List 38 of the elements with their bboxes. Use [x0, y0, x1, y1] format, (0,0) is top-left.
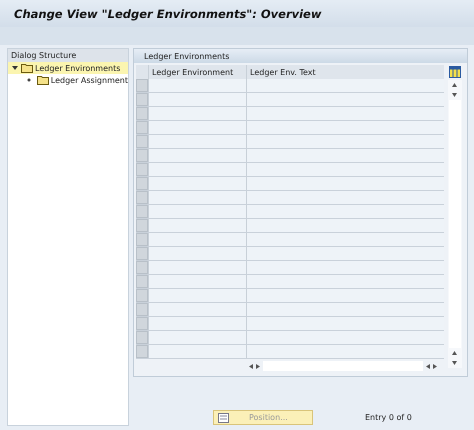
row-selector[interactable]	[136, 303, 148, 316]
scroll-down-icon[interactable]	[452, 93, 457, 97]
row-selector[interactable]	[136, 163, 148, 176]
row-selector[interactable]	[136, 275, 148, 288]
expand-arrow-icon[interactable]	[12, 64, 19, 72]
scroll-left-icon[interactable]	[249, 364, 253, 368]
bullet-icon	[27, 78, 31, 82]
row-selector[interactable]	[136, 233, 148, 246]
window-title: Change View "Ledger Environments": Overview	[14, 6, 322, 20]
row-selector[interactable]	[136, 219, 148, 232]
row-selector[interactable]	[136, 79, 148, 92]
scroll-down-icon[interactable]	[452, 361, 457, 365]
row-selector[interactable]	[136, 121, 148, 134]
scroll-left-icon[interactable]	[426, 364, 430, 368]
scroll-up-icon[interactable]	[452, 351, 457, 355]
row-selector[interactable]	[136, 345, 148, 358]
row-selector[interactable]	[136, 135, 148, 148]
table-settings-icon[interactable]	[448, 66, 460, 78]
row-selector[interactable]	[136, 261, 148, 274]
entry-count: Entry 0 of 0	[365, 413, 412, 422]
scroll-right-icon[interactable]	[433, 364, 437, 368]
panel-title: Dialog Structure	[11, 51, 76, 60]
table-title: Ledger Environments	[144, 52, 230, 60]
scroll-right-icon[interactable]	[256, 364, 260, 368]
row-selector[interactable]	[136, 177, 148, 190]
tree-item[interactable]: Ledger Assignment	[8, 74, 128, 86]
position-icon	[218, 412, 229, 422]
row-selector[interactable]	[136, 205, 148, 218]
row-selector[interactable]	[136, 317, 148, 330]
row-selector[interactable]	[136, 191, 148, 204]
tree-item[interactable]: Ledger Environments	[8, 62, 128, 74]
row-selector[interactable]	[136, 247, 148, 260]
row-selector[interactable]	[136, 331, 148, 344]
scroll-up-icon[interactable]	[452, 83, 457, 87]
row-selector[interactable]	[136, 289, 148, 302]
row-selector[interactable]	[136, 149, 148, 162]
row-selector[interactable]	[136, 93, 148, 106]
row-selector[interactable]	[136, 107, 148, 120]
